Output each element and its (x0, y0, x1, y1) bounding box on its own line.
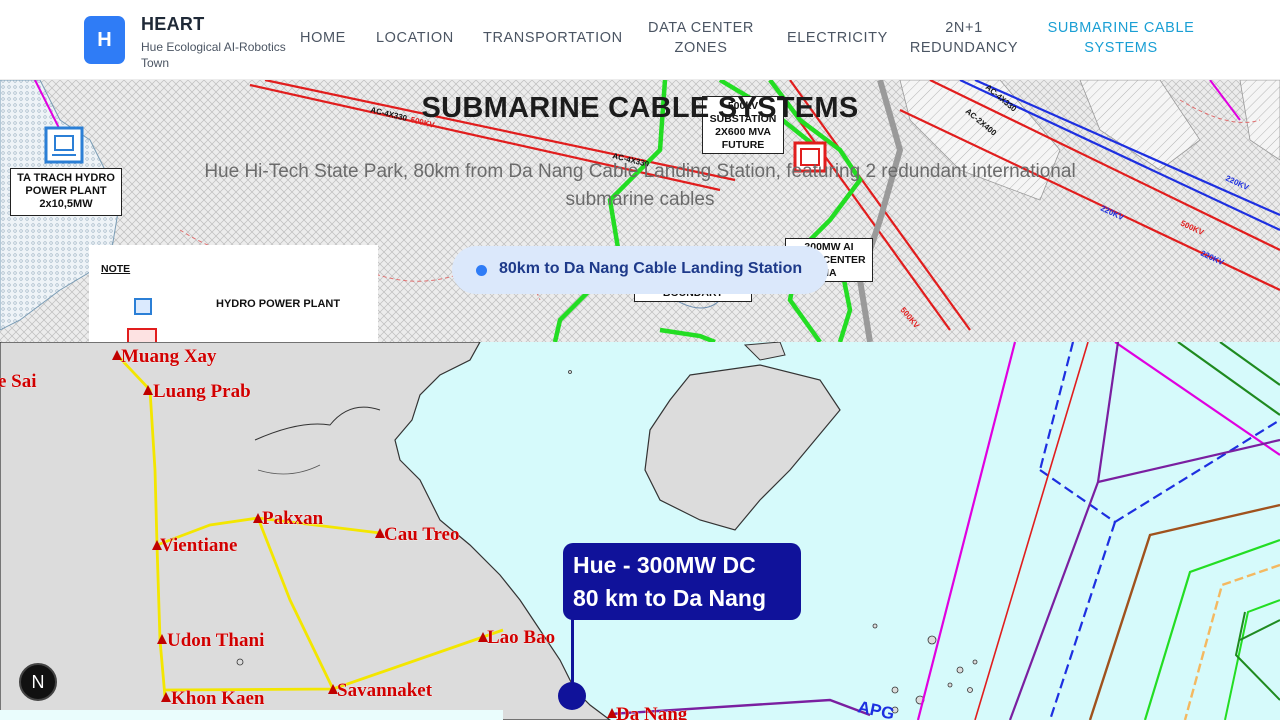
legend-hydro-icon (134, 298, 152, 315)
callout-pointer (571, 619, 574, 689)
callout-line-2: 80 km to Da Nang (573, 585, 766, 611)
nav-data-center-zones[interactable]: DATA CENTER ZONES (645, 18, 757, 58)
legend-hydro-label: HYDRO POWER PLANT (216, 298, 341, 310)
callout-line-1: Hue - 300MW DC (573, 552, 756, 578)
city-label: Khon Kaen (171, 688, 265, 709)
brand-subtitle: Hue Ecological AI-Robotics Town (141, 40, 286, 70)
distance-badge-label: 80km to Da Nang Cable Landing Station (499, 260, 803, 277)
city-label: Da Nang (616, 704, 688, 720)
nav-location[interactable]: LOCATION (376, 28, 454, 48)
site-header: H HEART Hue Ecological AI-Robotics Town … (0, 0, 1280, 80)
page-title: SUBMARINE CABLE SYSTEMS (421, 92, 859, 124)
location-marker-icon (558, 682, 586, 710)
bottom-panel-edge (0, 710, 503, 720)
cable-label-apg: APG (856, 697, 896, 720)
nav-submarine-cable-systems[interactable]: SUBMARINE CABLE SYSTEMS (1042, 18, 1200, 58)
submarine-cable-map: Muang Xay Luang Prab e Sai Pakxan Vienti… (0, 342, 1280, 720)
logo-icon[interactable]: H (84, 16, 125, 64)
city-label: Lao Bao (487, 627, 555, 648)
datacenter-callout: Hue - 300MW DC 80 km to Da Nang (563, 543, 801, 620)
legend-panel: NOTE HYDRO POWER PLANT (89, 245, 378, 342)
nav-transportation[interactable]: TRANSPORTATION (483, 28, 623, 48)
regional-map-image: Muang Xay Luang Prab e Sai Pakxan Vienti… (0, 342, 1280, 720)
bullet-dot-icon (476, 265, 487, 276)
nextjs-dev-indicator-icon[interactable]: N (19, 663, 57, 701)
city-label: Vientiane (160, 535, 237, 556)
city-label: e Sai (0, 371, 37, 392)
city-label: Udon Thani (167, 630, 264, 651)
city-label: Pakxan (262, 508, 324, 529)
hydro-plant-label: TA TRACH HYDRO POWER PLANT 2x10,5MW (10, 168, 122, 216)
nav-electricity[interactable]: ELECTRICITY (787, 28, 888, 48)
city-label: Cau Treo (384, 524, 459, 545)
brand-name[interactable]: HEART (141, 14, 205, 35)
hero-subtitle: Hue Hi-Tech State Park, 80km from Da Nan… (204, 161, 1076, 210)
legend-substation-icon (127, 328, 157, 342)
distance-badge: 80km to Da Nang Cable Landing Station (452, 246, 828, 294)
nav-home[interactable]: HOME (300, 28, 346, 48)
city-label: Luang Prab (153, 381, 251, 402)
city-label: Savannaket (337, 680, 433, 701)
hydro-plant-icon (44, 126, 84, 164)
nav-2n1-redundancy[interactable]: 2N+1 REDUNDANCY (906, 18, 1022, 58)
hero-section: AC-4X330 500KV AC-4X330 220KV AC-2X400 A… (0, 80, 1280, 342)
city-label: Muang Xay (121, 346, 217, 367)
legend-title: NOTE (101, 263, 131, 275)
